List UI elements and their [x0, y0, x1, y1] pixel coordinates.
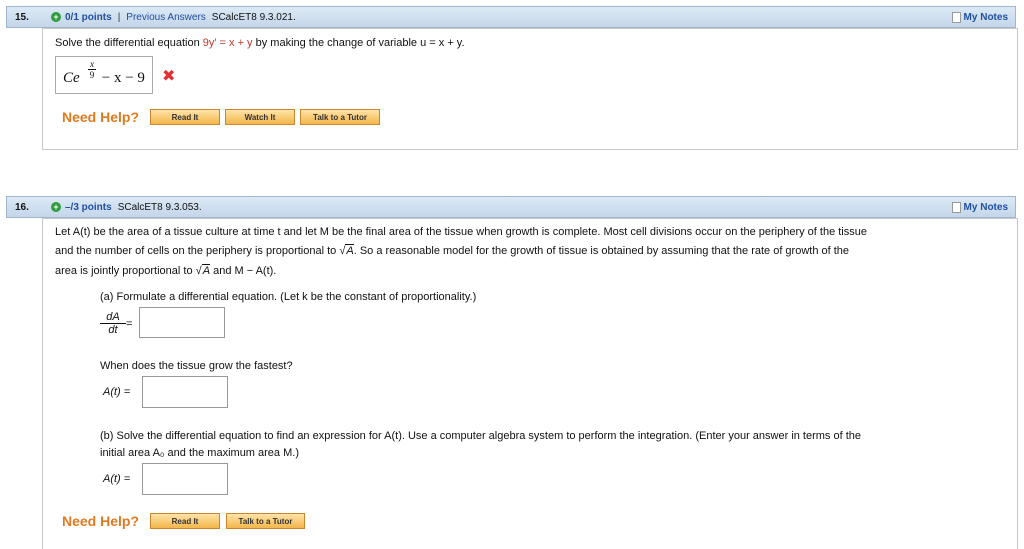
incorrect-icon: ✖ — [162, 68, 176, 85]
question-15-prompt: Solve the differential equation 9y′ = x … — [55, 37, 465, 49]
answer-box[interactable]: Ce x 9 − x − 9 — [55, 56, 153, 94]
paragraph-line-1: Let A(t) be the area of a tissue culture… — [55, 226, 867, 238]
highlighted-equation: 9y′ = x + y — [202, 37, 253, 49]
frac-den: dt — [108, 324, 118, 336]
question-number: 15. — [15, 11, 29, 23]
equals-sign: = — [126, 318, 133, 330]
prompt-text: Solve the differential equation — [55, 37, 203, 49]
question-number: 16. — [15, 201, 29, 213]
plus-icon[interactable]: + — [51, 12, 61, 22]
part-b-line-2: initial area A₀ and the maximum area M.) — [100, 447, 299, 459]
question-16-header: 16. + –/3 points SCalcET8 9.3.053. My No… — [6, 196, 1016, 218]
at-label: A(t) = — [103, 386, 131, 398]
talk-to-tutor-button[interactable]: Talk to a Tutor — [226, 513, 305, 529]
read-it-button[interactable]: Read It — [150, 109, 220, 125]
notepad-icon — [951, 11, 961, 23]
read-it-button[interactable]: Read It — [150, 513, 220, 529]
notepad-icon — [951, 201, 961, 213]
part-a-prompt: (a) Formulate a differential equation. (… — [100, 291, 477, 303]
exp-den: 9 — [89, 70, 95, 80]
exp-num: x — [88, 59, 96, 70]
separator: | — [117, 11, 121, 23]
fastest-answer-input[interactable] — [142, 376, 228, 408]
para3-text-post: and M − A(t). — [210, 265, 277, 277]
points-label: –/3 points — [65, 201, 112, 213]
question-15-header: 15. + 0/1 points | Previous Answers SCal… — [6, 6, 1016, 28]
talk-to-tutor-button[interactable]: Talk to a Tutor — [300, 109, 380, 125]
para2-text: and the number of cells on the periphery… — [55, 245, 340, 257]
problem-code: SCalcET8 9.3.021. — [211, 11, 296, 23]
answer-rest: − x − 9 — [98, 70, 145, 86]
frac-num: dA — [100, 311, 126, 324]
part-b-answer-input[interactable] — [142, 463, 228, 495]
para3-text: area is jointly proportional to — [55, 265, 196, 277]
my-notes-button[interactable]: My Notes — [950, 10, 1012, 24]
my-notes-button[interactable]: My Notes — [950, 200, 1012, 214]
previous-answers-link[interactable]: Previous Answers — [126, 12, 205, 23]
answer-C: Ce — [63, 70, 80, 86]
paragraph-line-3: area is jointly proportional to √A and M… — [55, 264, 277, 277]
points-label: 0/1 points — [65, 11, 112, 23]
part-a-answer-input[interactable] — [139, 307, 225, 338]
at-label: A(t) = — [103, 473, 131, 485]
paragraph-line-2: and the number of cells on the periphery… — [55, 244, 850, 257]
answer-exponent: x 9 — [88, 59, 96, 80]
problem-code: SCalcET8 9.3.053. — [117, 201, 202, 213]
sqrt-sign: √ — [195, 265, 202, 277]
my-notes-label: My Notes — [963, 201, 1008, 213]
prompt-text-post: by making the change of variable u = x +… — [252, 37, 465, 49]
para2-text-post: . So a reasonable model for the growth o… — [353, 245, 850, 257]
dA-dt-fraction: dA dt — [100, 311, 126, 336]
part-b-line-1: (b) Solve the differential equation to f… — [100, 430, 862, 442]
need-help-label: Need Help? — [62, 513, 140, 529]
plus-icon[interactable]: + — [51, 202, 61, 212]
my-notes-label: My Notes — [963, 11, 1008, 23]
fastest-prompt: When does the tissue grow the fastest? — [100, 360, 293, 372]
watch-it-button[interactable]: Watch It — [225, 109, 295, 125]
sqrt-A: A — [345, 244, 354, 257]
need-help-label: Need Help? — [62, 109, 140, 125]
sqrt-A: A — [201, 264, 211, 277]
